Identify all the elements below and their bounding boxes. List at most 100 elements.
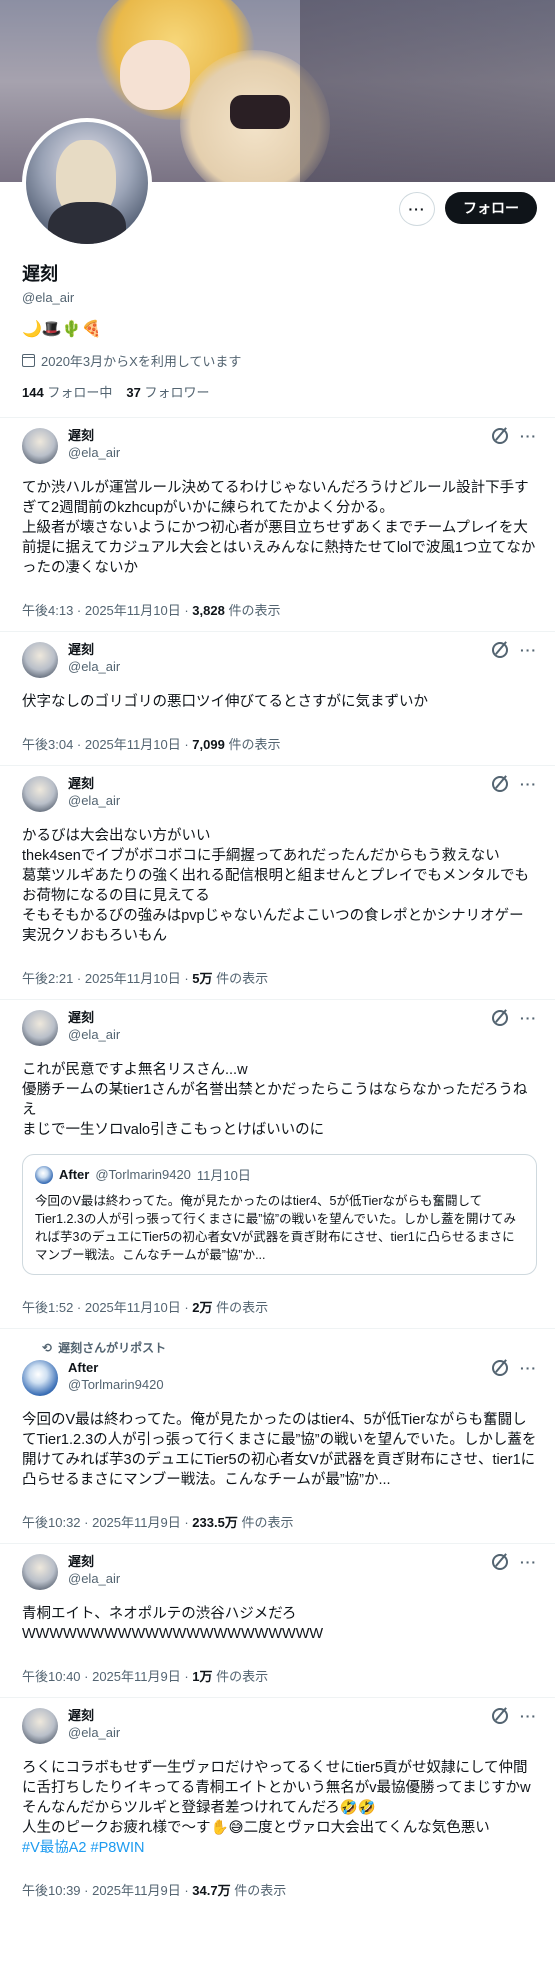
tweet[interactable]: 遅刻 @ela_air ··· 伏字なしのゴリゴリの悪口ツイ伸びてるとさすがに気まずい…	[0, 631, 555, 765]
author-handle[interactable]: @ela_air	[68, 658, 492, 676]
author-handle[interactable]: @ela_air	[68, 1026, 492, 1044]
quoted-date: 11月10日	[196, 1168, 251, 1183]
author-name[interactable]: 遅刻	[68, 1708, 492, 1724]
author-handle[interactable]: @ela_air	[68, 1570, 492, 1588]
more-icon[interactable]: ···	[520, 1554, 537, 1570]
tweet-header: 遅刻 @ela_air ···	[22, 428, 537, 464]
tweet-actions: ···	[492, 776, 537, 792]
more-icon[interactable]: ···	[520, 1360, 537, 1376]
tweet[interactable]: 遅刻 @ela_air ··· てか渋ハルが運営ルール決めてるわけじゃないんだろうけど…	[0, 417, 555, 631]
author-name[interactable]: 遅刻	[68, 428, 492, 444]
tweet-author: After @Torlmarin9420	[68, 1360, 492, 1394]
repost-indicator: ⟲ 遅刻さんがリポスト	[22, 1339, 537, 1356]
more-icon[interactable]: ···	[520, 428, 537, 444]
view-label: 件の表示	[237, 1515, 294, 1530]
tweet-timestamp[interactable]: 午後3:04 · 2025年11月10日 ·	[22, 737, 192, 752]
tweet[interactable]: 遅刻 @ela_air ··· ろくにコラボもせず一生ヴァロだけやってるくせにtier…	[0, 1697, 555, 1911]
avatar[interactable]	[22, 1708, 58, 1744]
timeline: 遅刻 @ela_air ··· てか渋ハルが運営ルール決めてるわけじゃないんだろうけど…	[0, 417, 555, 1911]
tweet-text: かるびは大会出ない方がいい thek4senでイブがボコボコに手綱握ってあれだっ…	[22, 828, 530, 944]
tweet-timestamp[interactable]: 午後10:40 · 2025年11月9日 ·	[22, 1669, 192, 1684]
grok-icon[interactable]	[492, 1360, 508, 1376]
tweet-timestamp[interactable]: 午後10:32 · 2025年11月9日 ·	[22, 1515, 192, 1530]
author-name[interactable]: 遅刻	[68, 1010, 492, 1026]
quoted-tweet[interactable]: After @Torlmarin9420 11月10日今回のV最は終わってた。俺が見…	[22, 1154, 537, 1275]
tweet-header: 遅刻 @ela_air ···	[22, 776, 537, 812]
quoted-avatar	[35, 1165, 53, 1184]
grok-icon[interactable]	[492, 1708, 508, 1724]
follow-button[interactable]: フォロー	[445, 192, 537, 224]
more-icon[interactable]: ···	[520, 642, 537, 658]
tweet-timestamp[interactable]: 午後2:21 · 2025年11月10日 ·	[22, 971, 192, 986]
grok-icon[interactable]	[492, 428, 508, 444]
avatar[interactable]	[22, 776, 58, 812]
avatar[interactable]	[22, 642, 58, 678]
grok-icon[interactable]	[492, 1554, 508, 1570]
author-handle[interactable]: @ela_air	[68, 1724, 492, 1742]
profile-avatar[interactable]	[22, 118, 152, 248]
profile-actions: ··· フォロー	[399, 192, 537, 226]
joined-date: 2020年3月からXを利用しています	[22, 351, 533, 370]
view-label: 件の表示	[224, 737, 281, 752]
view-label: 件の表示	[230, 1883, 287, 1898]
quoted-author-name: After	[59, 1167, 90, 1182]
view-count: 1万	[192, 1669, 213, 1684]
more-icon[interactable]: ···	[520, 1708, 537, 1724]
tweet-header: After @Torlmarin9420 ···	[22, 1360, 537, 1396]
view-count: 3,828	[192, 603, 225, 618]
tweet-meta: 午後10:40 · 2025年11月9日 · 1万 件の表示	[22, 1666, 537, 1685]
more-options-button[interactable]: ···	[399, 192, 435, 226]
quoted-text: 今回のV最は終わってた。俺が見たかったのはtier4、5が低Tierながらも奮闘…	[35, 1194, 516, 1262]
view-label: 件の表示	[212, 1300, 269, 1315]
followers-link[interactable]: 37 フォロワー	[126, 382, 209, 401]
tweet[interactable]: ⟲ 遅刻さんがリポスト After @Torlmarin9420 ··· 今回のV最は終わ…	[0, 1328, 555, 1543]
view-count: 233.5万	[192, 1515, 238, 1530]
tweet-actions: ···	[492, 1554, 537, 1570]
view-count: 5万	[192, 971, 213, 986]
author-name[interactable]: 遅刻	[68, 1554, 492, 1570]
display-name: 遅刻	[22, 264, 58, 284]
avatar[interactable]	[22, 1554, 58, 1590]
tweet-text: これが民意ですよ無名リスさん...w 優勝チームの某tier1さんが名誉出禁とか…	[22, 1062, 528, 1138]
more-icon[interactable]: ···	[520, 776, 537, 792]
tweet-header: 遅刻 @ela_air ···	[22, 1708, 537, 1744]
following-link[interactable]: 144 フォロー中	[22, 382, 112, 401]
quoted-author-handle: @Torlmarin9420	[95, 1167, 191, 1182]
tweet-meta: 午後10:32 · 2025年11月9日 · 233.5万 件の表示	[22, 1512, 537, 1531]
author-handle[interactable]: @ela_air	[68, 444, 492, 462]
hashtag-links[interactable]: #V最協A2 #P8WIN	[22, 1838, 537, 1858]
view-count: 2万	[192, 1300, 213, 1315]
repost-text: 遅刻さんがリポスト	[58, 1341, 167, 1355]
author-handle[interactable]: @Torlmarin9420	[68, 1376, 492, 1394]
author-name[interactable]: 遅刻	[68, 642, 492, 658]
grok-icon[interactable]	[492, 642, 508, 658]
tweet-meta: 午後3:04 · 2025年11月10日 · 7,099 件の表示	[22, 734, 537, 753]
tweet-text: 今回のV最は終わってた。俺が見たかったのはtier4、5が低Tierながらも奮闘…	[22, 1412, 537, 1488]
tweet-actions: ···	[492, 642, 537, 658]
repost-icon: ⟲	[42, 1340, 53, 1355]
tweet[interactable]: 遅刻 @ela_air ··· これが民意ですよ無名リスさん...w 優勝チームの某t…	[0, 999, 555, 1328]
more-icon[interactable]: ···	[520, 1010, 537, 1026]
tweet-timestamp[interactable]: 午後10:39 · 2025年11月9日 ·	[22, 1883, 192, 1898]
tweet-text: 伏字なしのゴリゴリの悪口ツイ伸びてるとさすがに気まずいか	[22, 694, 428, 710]
profile-page: ··· フォロー 遅刻 @ela_air 🌙🎩🌵🍕 2020年3月からXを利用し…	[0, 0, 555, 1911]
author-name[interactable]: After	[68, 1360, 492, 1376]
tweet[interactable]: 遅刻 @ela_air ··· かるびは大会出ない方がいい thek4senでイブがボ…	[0, 765, 555, 999]
grok-icon[interactable]	[492, 1010, 508, 1026]
avatar[interactable]	[22, 428, 58, 464]
tweet-actions: ···	[492, 1010, 537, 1026]
grok-icon[interactable]	[492, 776, 508, 792]
author-name[interactable]: 遅刻	[68, 776, 492, 792]
avatar[interactable]	[22, 1010, 58, 1046]
tweet-timestamp[interactable]: 午後4:13 · 2025年11月10日 ·	[22, 603, 192, 618]
tweet-timestamp[interactable]: 午後1:52 · 2025年11月10日 ·	[22, 1300, 192, 1315]
tweet[interactable]: 遅刻 @ela_air ··· 青桐エイト、ネオポルテの渋谷ハジメだろ WWWWWWW…	[0, 1543, 555, 1697]
author-handle[interactable]: @ela_air	[68, 792, 492, 810]
tweet-actions: ···	[492, 428, 537, 444]
tweet-actions: ···	[492, 1708, 537, 1724]
tweet-author: 遅刻 @ela_air	[68, 642, 492, 676]
avatar[interactable]	[22, 1360, 58, 1396]
calendar-icon	[22, 354, 35, 367]
tweet-meta: 午後1:52 · 2025年11月10日 · 2万 件の表示	[22, 1297, 537, 1316]
quoted-tweet-header: After @Torlmarin9420 11月10日	[35, 1165, 524, 1184]
